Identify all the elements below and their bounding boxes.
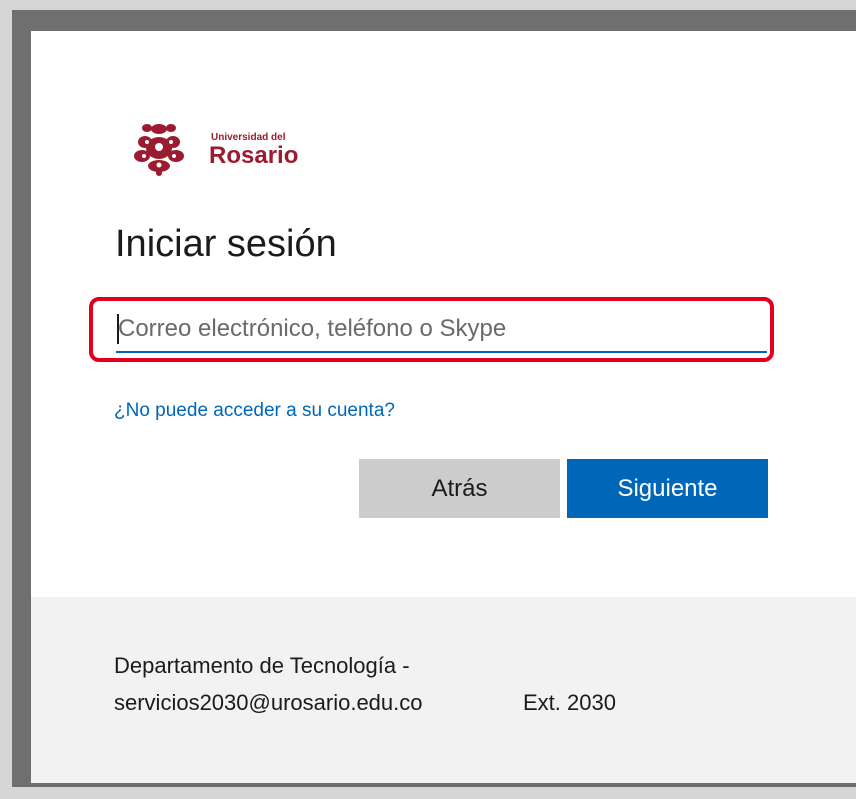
- text-caret: [117, 314, 119, 344]
- email-field[interactable]: [116, 307, 767, 353]
- window-frame-top: [0, 0, 856, 10]
- logo-text-rosario: Rosario: [209, 142, 299, 169]
- back-button[interactable]: Atrás: [359, 459, 560, 518]
- footer-department: Departamento de Tecnología -: [114, 653, 410, 678]
- window-frame-bottom: [0, 787, 856, 799]
- university-logo: Universidad del Rosario: [114, 120, 304, 176]
- footer-extension: Ext. 2030: [523, 690, 616, 715]
- window-frame-left: [0, 0, 12, 799]
- rosario-crest-icon: [134, 124, 184, 176]
- next-button[interactable]: Siguiente: [567, 459, 768, 518]
- cant-access-account-link[interactable]: ¿No puede acceder a su cuenta?: [114, 400, 395, 422]
- page-title: Iniciar sesión: [115, 223, 337, 265]
- footer-email: servicios2030@urosario.edu.co: [114, 690, 423, 715]
